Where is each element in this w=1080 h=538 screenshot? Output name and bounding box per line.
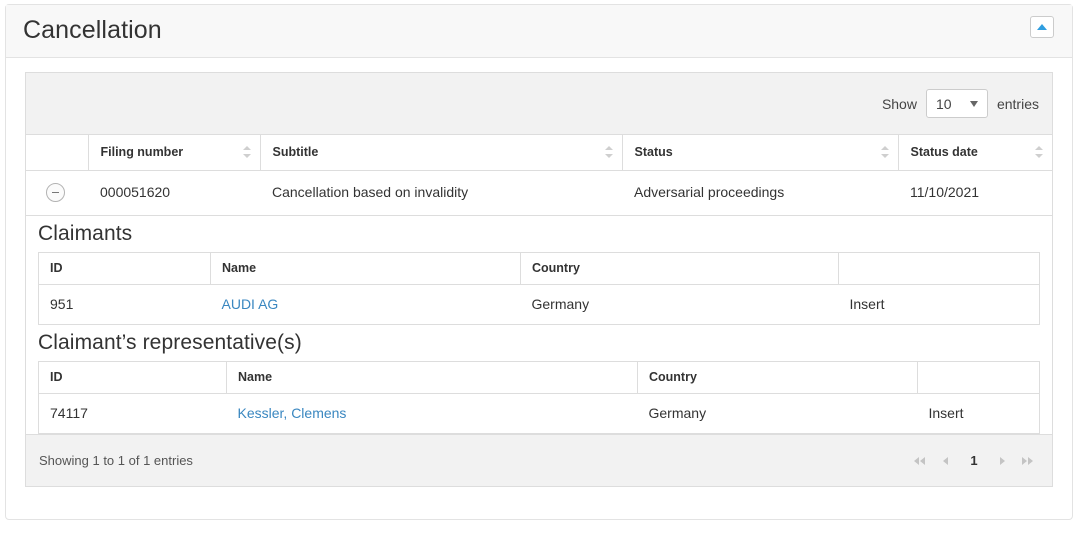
cell-subtitle: Cancellation based on invalidity xyxy=(260,170,622,216)
table-detail-row: Claimants ID Name Country 951 AUDI AG Ge… xyxy=(26,215,1052,434)
cell-status-date: 11/10/2021 xyxy=(898,170,1052,216)
entries-label: entries xyxy=(996,95,1039,112)
column-header-expander xyxy=(26,135,89,171)
claimant-name-link[interactable]: AUDI AG xyxy=(222,296,279,312)
page-title: Cancellation xyxy=(23,16,162,44)
representatives-column-id: ID xyxy=(38,361,227,394)
claimants-header-row: ID Name Country xyxy=(38,252,1040,285)
column-header-status[interactable]: Status xyxy=(622,135,899,171)
sort-indicator-icon xyxy=(880,145,889,159)
datatable-toolbar: Show 10 entries xyxy=(26,73,1052,135)
claimants-column-action xyxy=(838,252,1040,285)
representative-name-cell: Kessler, Clemens xyxy=(226,392,638,434)
sort-indicator-icon xyxy=(242,145,251,159)
caret-up-icon xyxy=(1037,24,1047,30)
cancellation-panel: Cancellation Show 10 entries Filing numb… xyxy=(5,4,1073,520)
claimants-column-country: Country xyxy=(520,252,839,285)
panel-body: Show 10 entries Filing number Subtitle S… xyxy=(6,58,1072,487)
claimants-heading: Claimants xyxy=(26,215,1052,252)
representative-name-link[interactable]: Kessler, Clemens xyxy=(238,405,347,421)
column-header-label: Status date xyxy=(910,145,978,160)
claimants-column-name: Name xyxy=(210,252,521,285)
representatives-row: 74117 Kessler, Clemens Germany Insert xyxy=(38,392,1040,434)
representative-action: Insert xyxy=(917,392,1040,434)
claimant-action: Insert xyxy=(838,283,1040,325)
pagination-first-button[interactable] xyxy=(909,450,931,472)
representatives-header-row: ID Name Country xyxy=(38,361,1040,394)
representatives-column-name: Name xyxy=(226,361,638,394)
table-row: 000051620 Cancellation based on invalidi… xyxy=(26,170,1052,216)
pagination-next-button[interactable] xyxy=(991,450,1013,472)
cell-expander xyxy=(26,170,88,216)
column-header-filing-number[interactable]: Filing number xyxy=(88,135,261,171)
detail-cell: Claimants ID Name Country 951 AUDI AG Ge… xyxy=(26,215,1052,434)
pagination-last-button[interactable] xyxy=(1017,450,1039,472)
detail-content: Claimants ID Name Country 951 AUDI AG Ge… xyxy=(26,215,1052,434)
representative-id: 74117 xyxy=(38,392,227,434)
panel-heading: Cancellation xyxy=(6,5,1072,58)
cancellation-table: Filing number Subtitle Status Status dat… xyxy=(26,135,1052,434)
minus-circle-icon[interactable] xyxy=(46,182,65,202)
column-header-label: Subtitle xyxy=(272,145,319,160)
show-label: Show xyxy=(881,95,917,112)
representatives-column-country: Country xyxy=(637,361,918,394)
entries-per-page-select[interactable]: 10 xyxy=(925,89,988,118)
datatable-wrapper: Show 10 entries Filing number Subtitle S… xyxy=(25,72,1053,487)
entries-info: Showing 1 to 1 of 1 entries xyxy=(39,452,193,468)
claimant-name-cell: AUDI AG xyxy=(210,283,521,325)
column-header-status-date[interactable]: Status date xyxy=(898,135,1052,171)
screen: Cancellation Show 10 entries Filing numb… xyxy=(0,0,1080,538)
column-header-label: Filing number xyxy=(100,145,184,160)
sort-indicator-icon xyxy=(604,145,613,159)
representatives-heading: Claimant’s representative(s) xyxy=(26,324,1052,361)
entries-per-page-value: 10 xyxy=(935,95,952,112)
pagination-previous-button[interactable] xyxy=(935,450,957,472)
pagination: 1 xyxy=(909,450,1039,472)
representatives-column-action xyxy=(917,361,1040,394)
representative-country: Germany xyxy=(637,392,918,434)
claimants-row: 951 AUDI AG Germany Insert xyxy=(38,283,1040,325)
representatives-table: ID Name Country 74117 Kessler, Clemens G… xyxy=(38,360,1040,434)
claimants-column-id: ID xyxy=(38,252,211,285)
claimant-id: 951 xyxy=(38,283,211,325)
sort-indicator-icon xyxy=(1035,145,1043,159)
claimant-country: Germany xyxy=(520,283,839,325)
column-header-label: Status xyxy=(634,145,673,160)
datatable-footer: Showing 1 to 1 of 1 entries 1 xyxy=(26,433,1052,486)
column-header-subtitle[interactable]: Subtitle xyxy=(260,135,623,171)
chevron-down-icon xyxy=(969,101,978,107)
entries-length-control: Show 10 entries xyxy=(882,89,1039,118)
minus-glyph xyxy=(52,191,59,193)
cell-status: Adversarial proceedings xyxy=(622,170,898,216)
table-header-row: Filing number Subtitle Status Status dat… xyxy=(26,135,1052,171)
claimants-table: ID Name Country 951 AUDI AG Germany Inse… xyxy=(38,251,1040,325)
collapse-panel-button[interactable] xyxy=(1030,16,1054,38)
pagination-page-1[interactable]: 1 xyxy=(961,450,987,472)
cell-filing-number: 000051620 xyxy=(88,170,260,216)
